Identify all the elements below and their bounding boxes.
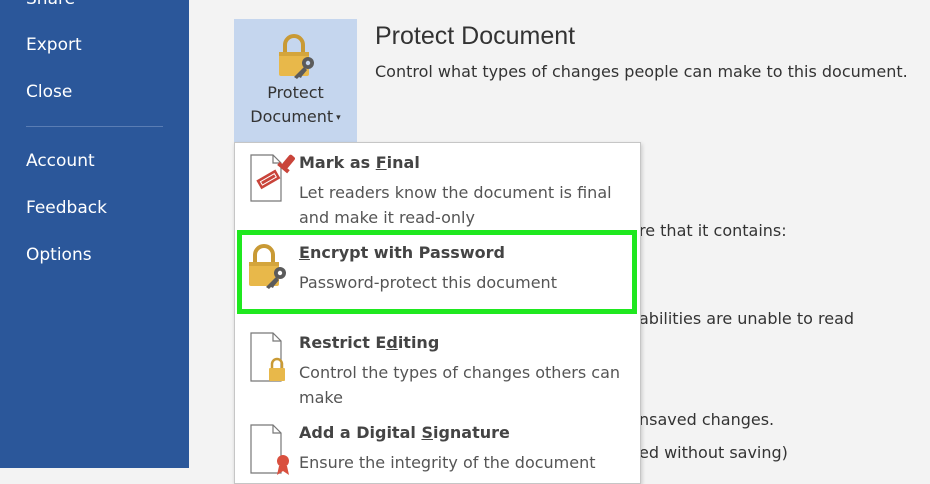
protect-document-label: Protect Document ▾ — [234, 81, 357, 130]
menu-title-accelerator: F — [375, 153, 387, 172]
menu-item-restrict-editing[interactable]: Restrict Editing Control the types of ch… — [235, 321, 640, 411]
menu-title-part: ncrypt with Password — [309, 243, 505, 262]
menu-item-description: Ensure the integrity of the document — [299, 453, 596, 472]
mark-final-icon — [250, 154, 295, 202]
sidebar-item-export[interactable]: Export — [26, 35, 82, 55]
menu-title-part: inal — [386, 153, 420, 172]
menu-item-title: Restrict Editing — [299, 333, 439, 352]
menu-title-accelerator: E — [299, 243, 310, 262]
protect-document-button[interactable]: Protect Document ▾ — [234, 19, 357, 142]
background-info-text-4: ed without saving) — [639, 443, 788, 462]
sidebar-item-share[interactable]: Share — [26, 0, 75, 9]
sidebar-divider — [26, 126, 163, 127]
sidebar-item-account[interactable]: Account — [26, 151, 95, 171]
menu-title-part: Add a Digital — [299, 423, 422, 442]
menu-item-add-digital-signature[interactable]: Add a Digital Signature Ensure the integ… — [235, 411, 640, 483]
dropdown-caret-icon: ▾ — [336, 113, 341, 123]
background-info-text-2: abilities are unable to read — [639, 309, 855, 328]
menu-title-part: iting — [397, 333, 440, 352]
lock-key-icon — [249, 244, 286, 289]
menu-title-accelerator: d — [386, 333, 398, 352]
menu-item-title: Mark as Final — [299, 153, 420, 172]
menu-title-part: ignature — [432, 423, 510, 442]
background-info-text-3: nsaved changes. — [639, 410, 775, 429]
menu-item-mark-as-final[interactable]: Mark as Final Let readers know the docum… — [235, 143, 640, 231]
menu-item-title: Add a Digital Signature — [299, 423, 510, 442]
menu-item-description: Password-protect this document — [299, 273, 557, 292]
sidebar-item-feedback[interactable]: Feedback — [26, 198, 107, 218]
section-title: Protect Document — [375, 22, 576, 50]
protect-label-line1: Protect — [267, 83, 324, 102]
protect-label-line2: Document — [250, 107, 334, 126]
background-info-text-1: re that it contains: — [639, 221, 787, 240]
digital-signature-icon — [250, 424, 289, 475]
lock-key-icon — [279, 34, 314, 79]
menu-item-encrypt-with-password[interactable]: Encrypt with Password Password-protect t… — [235, 231, 640, 319]
menu-title-part: Restrict E — [299, 333, 387, 352]
sidebar-item-options[interactable]: Options — [26, 245, 92, 265]
section-description: Control what types of changes people can… — [375, 62, 908, 81]
restrict-editing-icon — [250, 332, 285, 382]
menu-title-part: Mark as — [299, 153, 376, 172]
menu-item-description: Control the types of changes others can … — [299, 363, 621, 407]
backstage-sidebar: Share Export Close Account Feedback Opti… — [0, 0, 189, 468]
menu-item-description: Let readers know the document is final a… — [299, 183, 612, 227]
menu-title-accelerator: S — [421, 423, 433, 442]
sidebar-item-close[interactable]: Close — [26, 82, 72, 102]
menu-item-title: Encrypt with Password — [299, 243, 505, 262]
protect-document-menu: Mark as Final Let readers know the docum… — [234, 142, 641, 484]
